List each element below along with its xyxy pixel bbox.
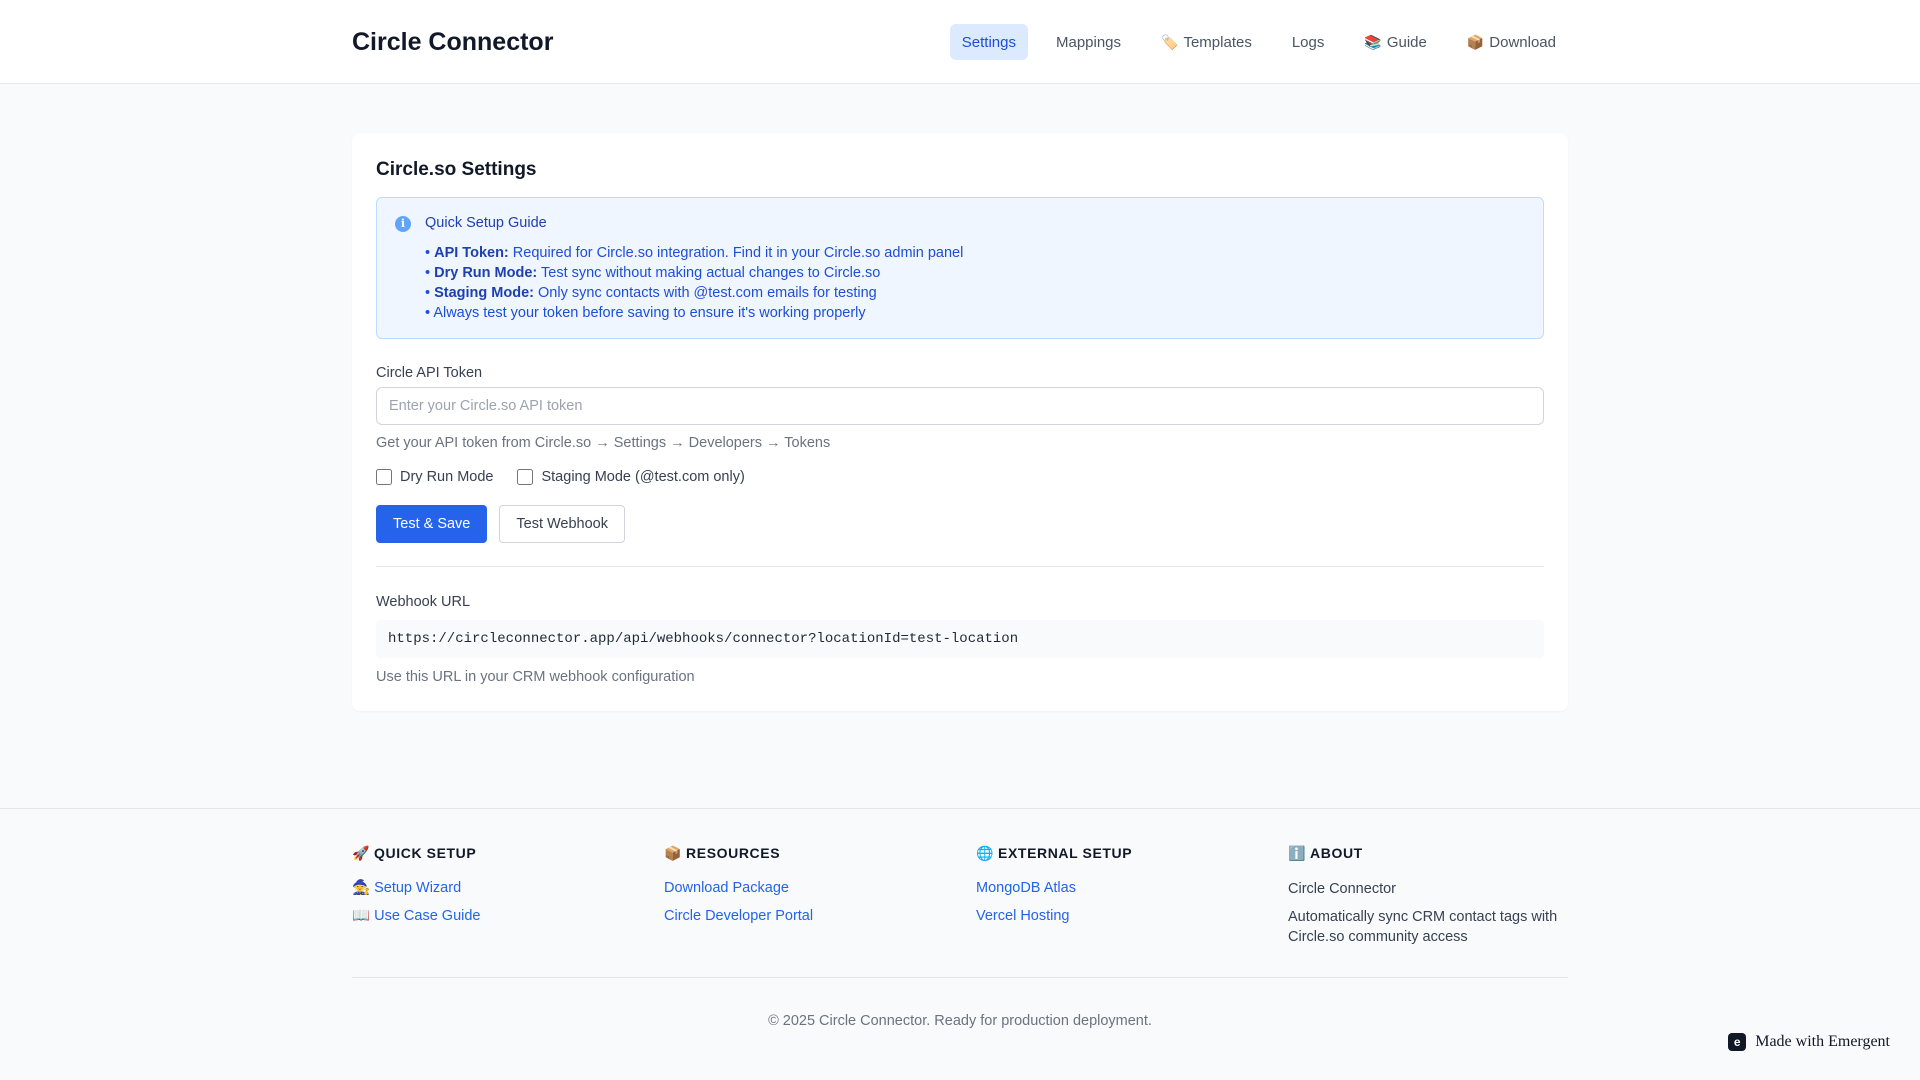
footer-about: ℹ️ ABOUT Circle Connector Automatically s… — [1288, 843, 1578, 955]
guide-item: • Staging Mode: Only sync contacts with … — [425, 285, 877, 301]
footer-quick-setup: 🚀 QUICK SETUP 🧙 Setup Wizard 📖 Use Case G… — [352, 843, 642, 935]
webhook-url[interactable]: https://circleconnector.app/api/webhooks… — [376, 620, 1544, 658]
webhook-label: Webhook URL — [376, 594, 471, 610]
package-icon: 📦 — [664, 845, 683, 861]
site-footer: 🚀 QUICK SETUP 🧙 Setup Wizard 📖 Use Case G… — [0, 808, 1920, 1080]
wizard-icon: 🧙 — [352, 880, 371, 896]
footer-resources: 📦 RESOURCES Download Package Circle Devel… — [664, 843, 954, 935]
main-nav: Settings Mappings 🏷️ Templates Logs 📚 Gu… — [949, 24, 1568, 60]
api-token-input[interactable] — [376, 387, 1544, 425]
nav-download-label: Download — [1489, 33, 1556, 51]
nav-logs-label: Logs — [1291, 33, 1325, 51]
nav-logs[interactable]: Logs — [1280, 24, 1337, 60]
book-icon: 📖 — [352, 908, 371, 924]
dry-run-option[interactable]: Dry Run Mode — [376, 469, 493, 485]
nav-templates-label: Templates — [1183, 33, 1252, 51]
download-package-link[interactable]: Download Package — [664, 879, 954, 897]
vercel-hosting-link[interactable]: Vercel Hosting — [976, 907, 1266, 925]
webhook-help-text: Use this URL in your CRM webhook configu… — [376, 669, 695, 685]
footer-heading: 📦 RESOURCES — [664, 845, 781, 861]
dry-run-checkbox[interactable] — [376, 469, 392, 485]
nav-mappings[interactable]: Mappings — [1044, 24, 1133, 60]
tag-icon: 🏷️ — [1161, 33, 1179, 50]
card-title: Circle.so Settings — [376, 159, 537, 180]
guide-title: Quick Setup Guide — [425, 215, 547, 231]
guide-item: • Dry Run Mode: Test sync without making… — [425, 265, 881, 281]
staging-checkbox[interactable] — [517, 469, 534, 485]
action-buttons: Test & Save Test Webhook — [376, 505, 625, 543]
footer-heading: 🌐 EXTERNAL SETUP — [976, 845, 1133, 861]
nav-guide-label: Guide — [1386, 33, 1427, 51]
mongodb-atlas-link[interactable]: MongoDB Atlas — [976, 879, 1266, 897]
package-icon: 📦 — [1466, 33, 1485, 50]
dry-run-label: Dry Run Mode — [400, 469, 494, 485]
staging-option[interactable]: Staging Mode (@test.com only) — [517, 469, 745, 485]
top-navbar: Circle Connector Settings Mappings 🏷️ Te… — [0, 0, 1920, 84]
about-description: Automatically sync CRM contact tags with… — [1288, 909, 1558, 945]
mode-options: Dry Run Mode Staging Mode (@test.com onl… — [376, 469, 745, 485]
about-name: Circle Connector — [1288, 881, 1396, 897]
badge-label: Made with Emergent — [1755, 1033, 1890, 1050]
nav-mappings-label: Mappings — [1055, 33, 1122, 51]
emergent-logo-icon: e — [1728, 1033, 1747, 1051]
globe-icon: 🌐 — [976, 845, 995, 861]
footer-external-setup: 🌐 EXTERNAL SETUP MongoDB Atlas Vercel Hos… — [976, 843, 1266, 935]
nav-settings-label: Settings — [961, 33, 1016, 51]
footer-heading: ℹ️ ABOUT — [1288, 845, 1363, 861]
brand-title: Circle Connector — [352, 28, 554, 56]
test-save-button[interactable]: Test & Save — [376, 505, 488, 543]
settings-card: Circle.so Settings i Quick Setup Guide •… — [352, 133, 1568, 711]
guide-list: • API Token: Required for Circle.so inte… — [425, 243, 963, 323]
books-icon: 📚 — [1364, 33, 1382, 50]
token-help-text: Get your API token from Circle.so → Sett… — [376, 435, 831, 451]
footer-divider — [352, 977, 1568, 978]
guide-item: • API Token: Required for Circle.so inte… — [425, 245, 964, 261]
guide-item: • Always test your token before saving t… — [425, 305, 866, 321]
developer-portal-link[interactable]: Circle Developer Portal — [664, 907, 954, 925]
use-case-guide-link[interactable]: 📖 Use Case Guide — [352, 907, 642, 925]
staging-label: Staging Mode (@test.com only) — [541, 469, 745, 485]
made-with-emergent-badge[interactable]: e Made with Emergent — [1728, 1032, 1890, 1052]
info-icon: i — [395, 216, 411, 232]
quick-setup-guide: i Quick Setup Guide • API Token: Require… — [376, 197, 1544, 339]
nav-settings[interactable]: Settings — [949, 24, 1028, 60]
nav-download[interactable]: 📦 Download — [1455, 24, 1568, 60]
copyright-text: © 2025 Circle Connector. Ready for produ… — [768, 1013, 1152, 1029]
info-icon: ℹ️ — [1288, 845, 1307, 861]
section-divider — [376, 566, 1544, 567]
test-webhook-button[interactable]: Test Webhook — [499, 505, 625, 543]
nav-templates[interactable]: 🏷️ Templates — [1149, 24, 1264, 60]
token-label: Circle API Token — [376, 365, 483, 381]
setup-wizard-link[interactable]: 🧙 Setup Wizard — [352, 879, 642, 897]
footer-heading: 🚀 QUICK SETUP — [352, 845, 477, 861]
rocket-icon: 🚀 — [352, 845, 371, 861]
nav-guide[interactable]: 📚 Guide — [1352, 24, 1438, 60]
